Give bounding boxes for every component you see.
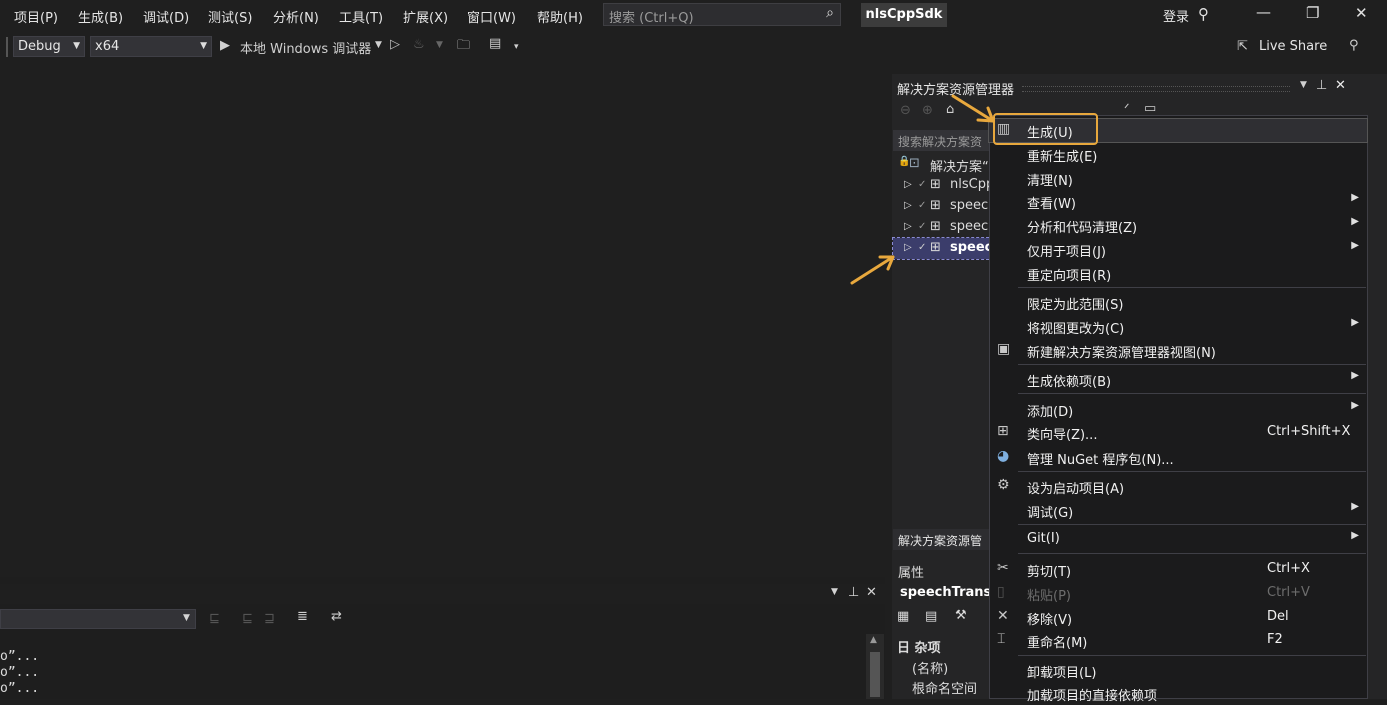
- arrow-to-selected-project: [850, 255, 895, 285]
- annotation-arrows: [850, 94, 995, 285]
